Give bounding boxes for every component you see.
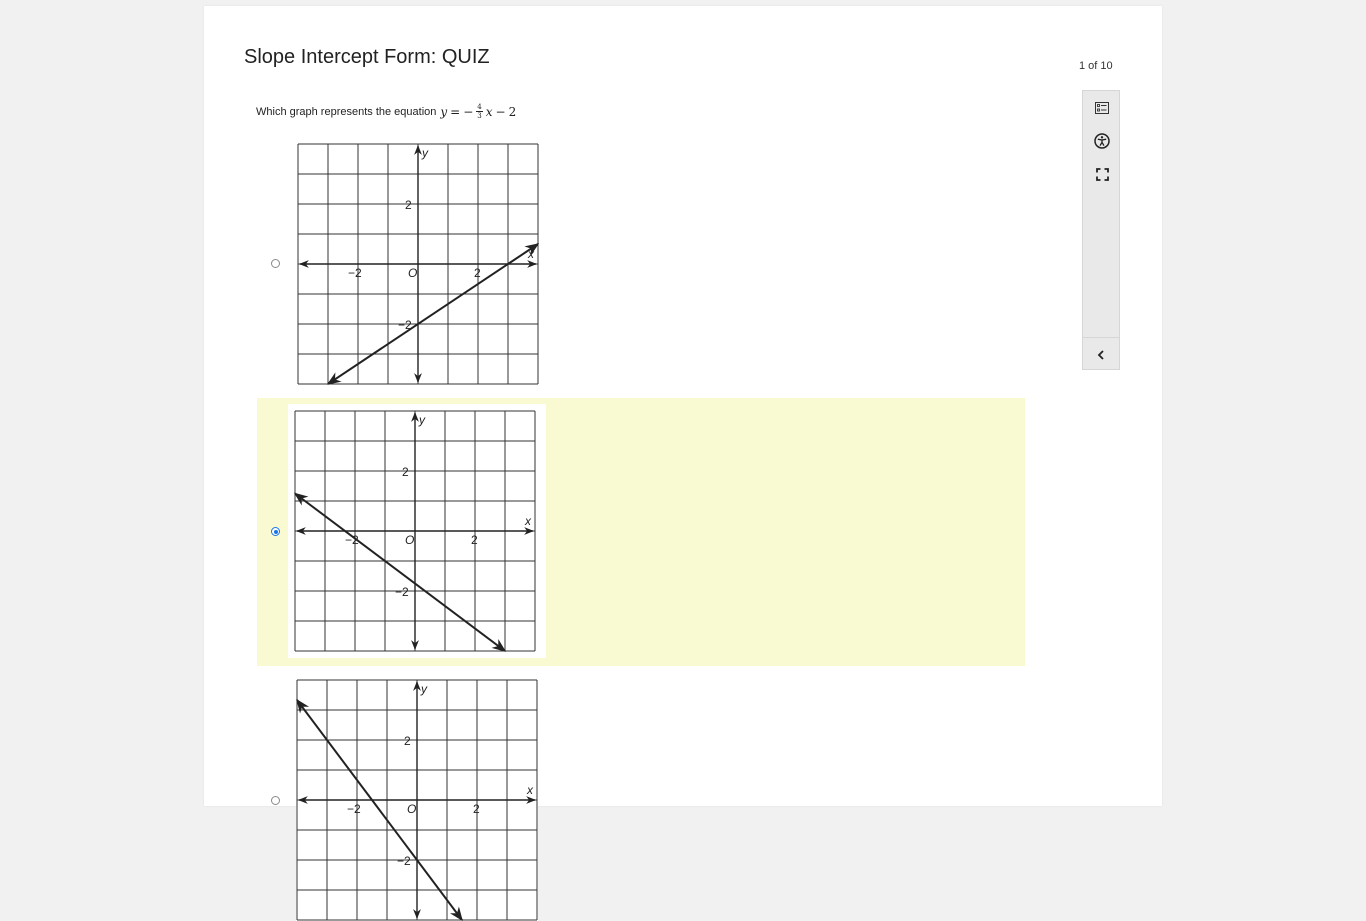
fullscreen-icon: [1095, 167, 1109, 181]
eq-sign: −: [463, 104, 474, 119]
question-list-button[interactable]: [1083, 93, 1121, 123]
eq-constant: 2: [508, 104, 517, 119]
accessibility-button[interactable]: [1083, 126, 1121, 156]
radio-option-c[interactable]: [271, 796, 280, 805]
question-prompt: Which graph represents the equation y = …: [256, 103, 516, 120]
tick-label-x-pos2: 2: [471, 533, 478, 547]
tick-label-x-pos2: 2: [473, 802, 480, 816]
graph-option-b: yx−2 O 22−2: [288, 404, 546, 658]
question-text: Which graph represents the equation: [256, 105, 437, 118]
question-equation: y = − 4 3 x − 2: [440, 103, 516, 120]
quiz-card: Slope Intercept Form: QUIZ 1 of 10 Which…: [204, 6, 1162, 921]
radio-option-b[interactable]: [271, 527, 280, 536]
side-toolbar: [1082, 90, 1120, 370]
quiz-title: Slope Intercept Form: QUIZ: [244, 46, 490, 68]
chevron-left-icon: [1097, 350, 1104, 360]
y-axis-label: y: [420, 682, 428, 696]
tick-label-x-neg2: −2: [347, 802, 361, 816]
radio-option-a[interactable]: [271, 259, 280, 268]
x-axis-label: x: [524, 514, 532, 528]
tick-label-x-neg2: −2: [348, 266, 362, 280]
eq-op: −: [495, 104, 506, 119]
tick-label-x-pos2: 2: [474, 266, 481, 280]
tick-label-y-neg2: −2: [395, 585, 409, 599]
eq-fraction: 4 3: [476, 103, 483, 120]
tick-label-y-pos2: 2: [404, 734, 411, 748]
list-checklist-icon: [1095, 102, 1109, 114]
tick-label-y-pos2: 2: [402, 465, 409, 479]
eq-variable: x: [485, 104, 493, 119]
plotted-line: [296, 698, 463, 921]
y-axis-label: y: [418, 413, 426, 427]
collapse-toolbar-button[interactable]: [1082, 337, 1120, 372]
y-axis-label: y: [421, 146, 429, 160]
origin-label: O: [408, 266, 417, 280]
eq-numerator: 4: [476, 103, 483, 112]
fullscreen-button[interactable]: [1083, 159, 1121, 189]
plotted-line: [293, 492, 507, 652]
tick-label-y-pos2: 2: [405, 198, 412, 212]
graph-option-a: yx−2 O 22−2: [297, 143, 539, 385]
question-counter: 1 of 10: [1079, 60, 1113, 72]
origin-label: O: [405, 533, 414, 547]
origin-label: O: [407, 802, 416, 816]
graph-option-c: y x −2 O 2 2 −2: [296, 679, 538, 921]
eq-equals: =: [450, 104, 461, 119]
tick-label-y-neg2: −2: [397, 854, 411, 868]
plotted-line: [326, 243, 539, 385]
x-axis-label: x: [526, 783, 534, 797]
eq-denominator: 3: [477, 112, 482, 120]
eq-lhs: y: [440, 104, 448, 119]
accessibility-icon: [1094, 133, 1110, 149]
